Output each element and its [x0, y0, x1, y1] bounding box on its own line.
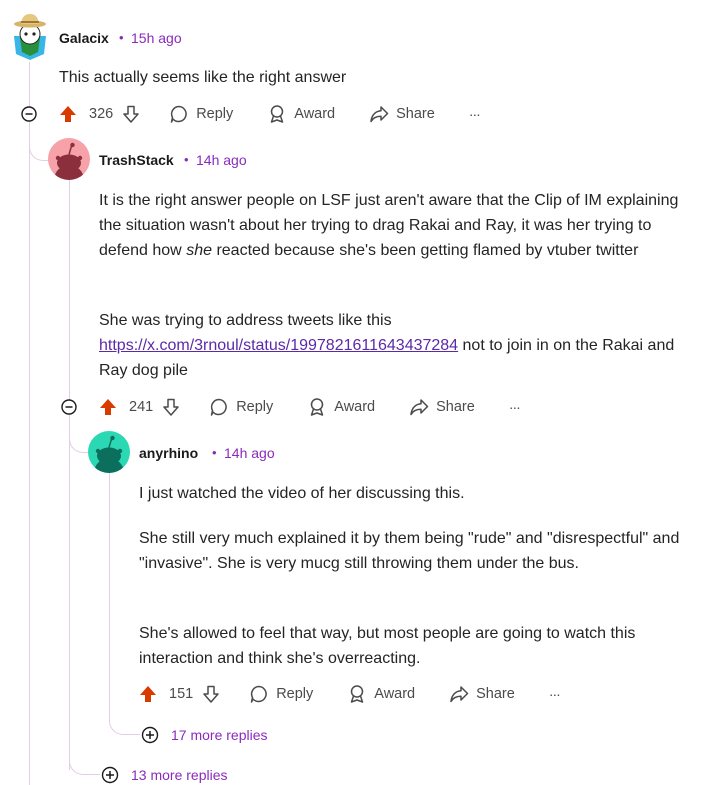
emphasis-text: she: [186, 242, 212, 259]
award-icon: [351, 685, 364, 703]
action-bar: 326 Reply Award Share ···: [58, 100, 481, 128]
share-icon: [410, 399, 429, 416]
upvote-icon[interactable]: [58, 104, 78, 124]
upvote-icon[interactable]: [138, 684, 158, 704]
timestamp[interactable]: 15h ago: [131, 30, 182, 46]
share-button[interactable]: Share: [369, 104, 435, 124]
award-icon: [271, 105, 284, 123]
collapse-icon[interactable]: [61, 399, 77, 415]
upvote-icon[interactable]: [98, 397, 118, 417]
username[interactable]: anyrhino: [139, 445, 198, 461]
avatar[interactable]: [48, 138, 90, 180]
timestamp[interactable]: 14h ago: [224, 445, 275, 461]
thread-elbow: [69, 750, 100, 775]
avatar[interactable]: [88, 431, 130, 473]
downvote-button[interactable]: [121, 104, 141, 124]
reply-icon: [170, 105, 188, 123]
award-label: Award: [294, 106, 336, 122]
more-replies-link[interactable]: 17 more replies: [141, 726, 268, 744]
reply-label: Reply: [236, 399, 274, 415]
comment-body: I just watched the video of her discussi…: [139, 485, 465, 502]
share-button[interactable]: Share: [409, 397, 475, 417]
separator-dot: •: [212, 445, 217, 460]
tweet-link[interactable]: https://x.com/3rnoul/status/199782161164…: [99, 337, 458, 354]
reply-icon: [250, 685, 268, 703]
comment-body: It is the right answer people on LSF jus…: [99, 188, 679, 263]
reply-button[interactable]: Reply: [249, 684, 313, 704]
award-label: Award: [334, 399, 376, 415]
more-options-icon: ···: [468, 106, 481, 122]
award-icon: [311, 398, 324, 416]
comment-body: She still very much explained it by them…: [139, 530, 680, 572]
reply-button[interactable]: Reply: [209, 397, 273, 417]
downvote-button[interactable]: [201, 684, 221, 704]
reply-label: Reply: [276, 686, 314, 702]
username[interactable]: TrashStack: [99, 152, 174, 168]
downvote-icon[interactable]: [161, 397, 181, 417]
downvote-button[interactable]: [161, 397, 181, 417]
action-bar: 151 Reply Award Share ···: [138, 680, 561, 708]
share-icon: [450, 686, 469, 703]
username[interactable]: Galacix: [59, 30, 109, 46]
more-options-button[interactable]: ···: [508, 399, 521, 415]
upvote-button[interactable]: [138, 684, 158, 704]
action-bar: 241 Reply Award Share ···: [98, 393, 521, 421]
vote-count: 151: [169, 686, 194, 702]
more-replies-link[interactable]: 13 more replies: [101, 766, 228, 784]
upvote-button[interactable]: [58, 104, 78, 124]
award-button[interactable]: Award: [347, 684, 415, 704]
reply-button[interactable]: Reply: [169, 104, 233, 124]
timestamp[interactable]: 14h ago: [196, 152, 247, 168]
reply-label: Reply: [196, 106, 234, 122]
thread-elbow: [29, 138, 50, 161]
more-replies-label[interactable]: 13 more replies: [131, 767, 228, 783]
more-options-button[interactable]: ···: [548, 686, 561, 702]
vote-count: 326: [89, 106, 114, 122]
thread-line-trashstack[interactable]: [69, 180, 70, 770]
comment-text: She was trying to address tweets like th…: [99, 312, 392, 329]
avatar[interactable]: [10, 12, 50, 60]
share-label: Share: [396, 106, 435, 122]
share-label: Share: [436, 399, 475, 415]
expand-icon: [101, 766, 119, 784]
expand-icon: [141, 726, 159, 744]
more-options-icon: ···: [508, 399, 521, 415]
separator-dot: •: [184, 152, 189, 167]
share-label: Share: [476, 686, 515, 702]
downvote-icon[interactable]: [201, 684, 221, 704]
thread-line-anyrhino[interactable]: [109, 472, 110, 722]
vote-count: 241: [129, 399, 154, 415]
comment-body: This actually seems like the right answe…: [59, 69, 347, 86]
thread-elbow: [69, 420, 90, 453]
upvote-button[interactable]: [98, 397, 118, 417]
more-replies-label[interactable]: 17 more replies: [171, 727, 268, 743]
more-options-button[interactable]: ···: [468, 106, 481, 122]
reply-icon: [210, 398, 228, 416]
collapse-icon[interactable]: [21, 106, 37, 122]
downvote-icon[interactable]: [121, 104, 141, 124]
share-button[interactable]: Share: [449, 684, 515, 704]
comment-body: She was trying to address tweets like th…: [99, 308, 679, 383]
award-button[interactable]: Award: [267, 104, 335, 124]
thread-line-galacix[interactable]: [29, 62, 30, 785]
award-button[interactable]: Award: [307, 397, 375, 417]
share-icon: [370, 106, 389, 123]
thread-elbow: [109, 710, 140, 735]
award-label: Award: [374, 686, 416, 702]
more-options-icon: ···: [548, 686, 561, 702]
comment-body: She's allowed to feel that way, but most…: [139, 625, 636, 667]
comment-text: reacted because she's been getting flame…: [216, 242, 639, 259]
separator-dot: •: [119, 30, 124, 45]
